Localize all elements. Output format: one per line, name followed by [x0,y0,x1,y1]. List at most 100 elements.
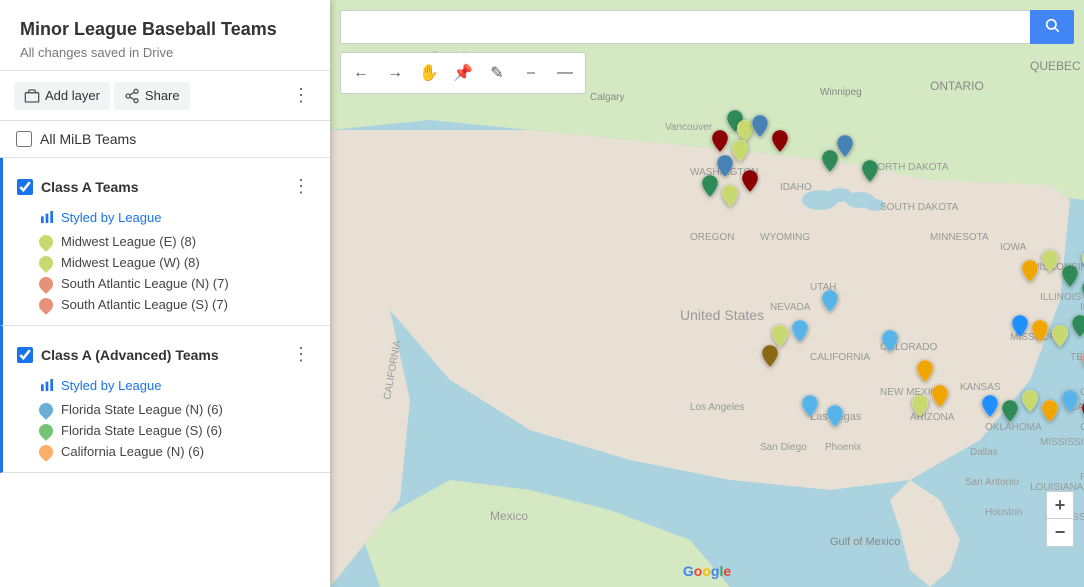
map-pin[interactable] [712,130,728,155]
map-pin[interactable] [1062,390,1078,415]
list-item: Midwest League (E) (8) [39,231,316,252]
svg-text:Vancouver: Vancouver [665,122,713,133]
map-pin[interactable] [1042,400,1058,425]
search-icon [1044,17,1060,33]
map-pin[interactable] [722,185,738,210]
map-pin[interactable] [732,140,748,165]
map-pin[interactable] [837,135,853,160]
map-area[interactable]: Canada United States Mexico Gulf of Mexi… [330,0,1084,587]
map-pin[interactable] [717,155,733,180]
pan-button[interactable]: ✋ [413,57,445,89]
class-a-sub-items: Midwest League (E) (8) Midwest League (W… [3,231,330,315]
map-pin[interactable] [1022,260,1038,285]
class-a-advanced-header: Class A (Advanced) Teams ⋮ [3,336,330,373]
class-a-more-button[interactable]: ⋮ [286,172,316,201]
class-a-advanced-checkbox[interactable] [17,347,33,363]
svg-text:SOUTH DAKOTA: SOUTH DAKOTA [880,202,958,213]
class-a-advanced-styled-label[interactable]: Styled by League [61,378,161,393]
map-pin[interactable] [802,395,818,420]
map-pin[interactable] [822,150,838,175]
map-pin[interactable] [742,170,758,195]
all-teams-label: All MiLB Teams [40,131,136,147]
map-pin[interactable] [1072,315,1084,340]
map-pin[interactable] [752,115,768,140]
share-button[interactable]: Share [114,82,190,110]
svg-text:KANSAS: KANSAS [960,382,1001,393]
map-pin[interactable] [1012,315,1028,340]
svg-text:IOWA: IOWA [1000,242,1027,253]
svg-text:NEVADA: NEVADA [770,302,811,313]
all-teams-checkbox[interactable] [16,131,32,147]
map-pin[interactable] [772,325,788,350]
map-pin[interactable] [772,130,788,155]
add-layer-button[interactable]: Add layer [14,82,110,110]
map-pin[interactable] [882,330,898,355]
svg-text:Mexico: Mexico [490,509,528,523]
map-pin[interactable] [827,405,843,430]
zoom-out-button[interactable]: − [1046,519,1074,547]
fsl-s-dot [36,421,56,441]
list-item: South Atlantic League (N) (7) [39,273,316,294]
zoom-controls: + − [1046,491,1074,547]
measure-button[interactable]: ― [549,57,581,89]
map-pin[interactable] [702,175,718,200]
map-pin[interactable] [792,320,808,345]
map-pin[interactable] [1022,390,1038,415]
class-a-styled-by-row: Styled by League [3,205,330,231]
add-marker-button[interactable]: 📌 [447,57,479,89]
class-a-checkbox[interactable] [17,179,33,195]
search-input[interactable] [340,10,1030,44]
draw-button[interactable]: ✎ [481,57,513,89]
class-a-advanced-sub-items: Florida State League (N) (6) Florida Sta… [3,399,330,462]
svg-text:OREGON: OREGON [690,232,734,243]
map-pin[interactable] [932,385,948,410]
class-a-advanced-more-button[interactable]: ⋮ [286,340,316,369]
all-teams-section: All MiLB Teams [0,121,330,158]
svg-text:Calgary: Calgary [590,92,624,103]
map-pin[interactable] [1062,265,1078,290]
south-atlantic-n-dot [36,274,56,294]
map-pin[interactable] [982,395,998,420]
midwest-w-label: Midwest League (W) (8) [61,255,200,270]
class-a-advanced-layer-group: Class A (Advanced) Teams ⋮ Styled by Lea… [0,326,330,473]
list-item: Midwest League (W) (8) [39,252,316,273]
map-search-bar [340,10,1074,44]
list-item: South Atlantic League (S) (7) [39,294,316,315]
map-pin[interactable] [822,290,838,315]
map-pin[interactable] [1032,320,1048,345]
map-pin[interactable] [1042,250,1058,275]
svg-text:Los Angeles: Los Angeles [690,402,745,413]
fsl-n-dot [36,400,56,420]
map-pin[interactable] [1002,400,1018,425]
cal-n-label: California League (N) (6) [61,444,204,459]
svg-text:Dallas: Dallas [970,447,998,458]
class-a-title: Class A Teams [41,179,278,195]
svg-text:CALIFORNIA: CALIFORNIA [810,352,870,363]
list-item: Florida State League (N) (6) [39,399,316,420]
class-a-styled-label[interactable]: Styled by League [61,210,161,225]
svg-text:FLORIDA: FLORIDA [1080,472,1084,483]
svg-text:Phoenix: Phoenix [825,442,861,453]
map-pin[interactable] [912,395,928,420]
search-button[interactable] [1030,10,1074,44]
south-atlantic-n-label: South Atlantic League (N) (7) [61,276,229,291]
map-pin[interactable] [917,360,933,385]
undo-button[interactable]: ← [345,57,377,89]
styled-by-icon [39,209,55,225]
south-atlantic-s-label: South Atlantic League (S) (7) [61,297,228,312]
map-pin[interactable] [1052,325,1068,350]
svg-text:Winnipeg: Winnipeg [820,87,862,98]
sidebar-subtitle: All changes saved in Drive [20,45,310,60]
map-pin[interactable] [862,160,878,185]
svg-text:QUEBEC: QUEBEC [1030,59,1081,73]
midwest-w-dot [36,253,56,273]
map-toolbar: ← → ✋ 📌 ✎ ⎯ ― [340,52,586,94]
redo-button[interactable]: → [379,57,411,89]
fsl-n-label: Florida State League (N) (6) [61,402,223,417]
list-item: California League (N) (6) [39,441,316,462]
zoom-in-button[interactable]: + [1046,491,1074,519]
more-options-button[interactable]: ⋮ [286,81,316,110]
route-button[interactable]: ⎯ [515,57,547,89]
styled-by-advanced-icon [39,377,55,393]
sidebar: Minor League Baseball Teams All changes … [0,0,330,587]
